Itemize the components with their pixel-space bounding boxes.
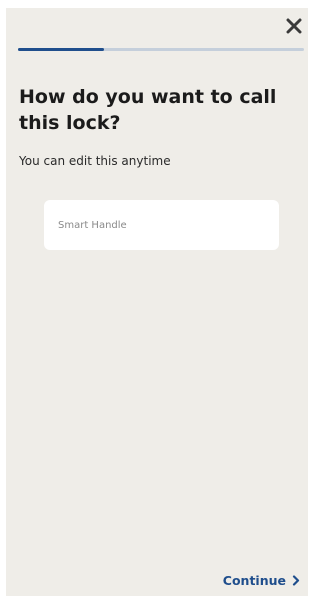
close-icon (286, 18, 302, 34)
progress-bar-fill (18, 48, 104, 51)
lock-name-input[interactable] (44, 200, 279, 250)
page-title: How do you want to call this lock? (19, 86, 277, 134)
close-button[interactable] (282, 14, 306, 38)
continue-button[interactable]: Continue (223, 573, 300, 588)
continue-label: Continue (222, 573, 286, 588)
screen: How do you want to call this lock? You c… (6, 8, 308, 596)
chevron-right-icon (292, 575, 300, 586)
page-subtitle: You can edit this anytime (19, 154, 171, 168)
progress-bar (18, 48, 304, 51)
